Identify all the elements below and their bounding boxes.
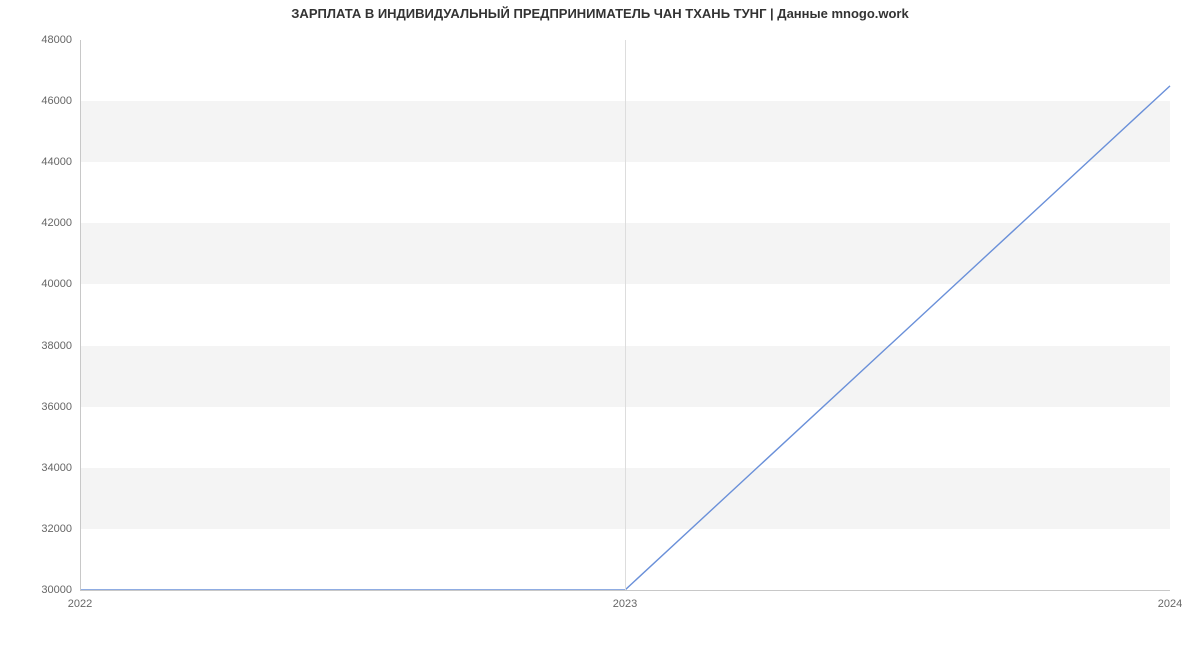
chart-container: ЗАРПЛАТА В ИНДИВИДУАЛЬНЫЙ ПРЕДПРИНИМАТЕЛ… <box>0 0 1200 650</box>
y-tick-label: 40000 <box>41 278 72 290</box>
plot-area <box>80 40 1170 590</box>
x-tick-label: 2023 <box>613 598 637 610</box>
x-gridline <box>625 40 626 590</box>
y-tick-label: 30000 <box>41 584 72 596</box>
x-axis-line <box>80 590 1170 591</box>
y-tick-label: 32000 <box>41 523 72 535</box>
y-tick-label: 34000 <box>41 462 72 474</box>
y-axis-line <box>80 40 81 590</box>
y-tick-label: 48000 <box>41 34 72 46</box>
x-tick-label: 2024 <box>1158 598 1182 610</box>
y-tick-label: 36000 <box>41 401 72 413</box>
y-tick-label: 42000 <box>41 217 72 229</box>
y-tick-label: 46000 <box>41 95 72 107</box>
y-tick-label: 38000 <box>41 340 72 352</box>
y-tick-label: 44000 <box>41 156 72 168</box>
x-tick-label: 2022 <box>68 598 92 610</box>
chart-title: ЗАРПЛАТА В ИНДИВИДУАЛЬНЫЙ ПРЕДПРИНИМАТЕЛ… <box>0 6 1200 21</box>
